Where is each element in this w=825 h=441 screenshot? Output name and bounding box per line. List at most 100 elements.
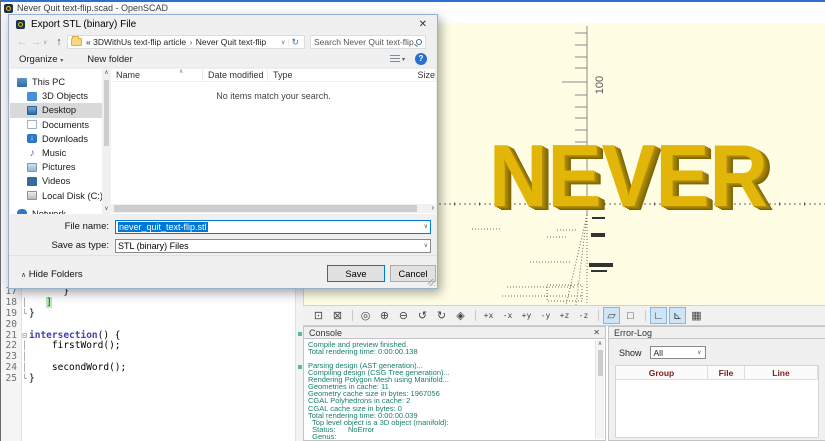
editor-scrollbar[interactable] (295, 287, 303, 441)
breadcrumb-current[interactable]: Never Quit text-flip (196, 37, 266, 47)
sidebar-item-label: Videos (42, 176, 71, 187)
error-column-header[interactable]: Group (616, 366, 708, 379)
sidebar-scrollbar[interactable]: ∧ ∨ (102, 69, 111, 214)
file-name-value[interactable]: never_quit_text-flip.stl (118, 221, 208, 232)
code-line[interactable]: 25 └ } (1, 373, 294, 385)
sidebar-item[interactable]: ♪ Music (10, 146, 102, 160)
zoom-out-button[interactable]: ⊖ (395, 307, 412, 324)
search-icon[interactable] (416, 39, 422, 45)
organize-menu[interactable]: Organize ▾ (19, 54, 63, 65)
show-axes-button[interactable]: ∟ (645, 307, 667, 324)
dialog-navbar: ← → ∨ ↑ « 3DWithUs text-flip article › N… (9, 33, 437, 51)
code-line[interactable]: 19 └ } (1, 308, 294, 320)
window-titlebar: Never Quit text-flip.scad - OpenSCAD (1, 2, 825, 14)
refresh-icon[interactable]: ↻ (289, 37, 301, 48)
combo-arrow-icon[interactable]: ∨ (424, 242, 428, 249)
address-dropdown-icon[interactable]: ∨ (278, 38, 290, 46)
fold-marker-icon[interactable]: │ (20, 298, 29, 309)
nav-history-dropdown-icon[interactable]: ∨ (43, 39, 51, 46)
fold-marker-icon[interactable]: │ (20, 363, 29, 374)
code-line[interactable]: 24 │ secondWord(); (1, 362, 294, 374)
file-name-combobox[interactable]: never_quit_text-flip.stl ∨ (115, 219, 431, 234)
search-box[interactable]: Search Never Quit text-flip (310, 35, 426, 49)
view-top-button[interactable]: +z (556, 307, 573, 324)
sidebar-item[interactable]: ↓ Downloads (10, 132, 102, 146)
view-front-button[interactable]: -y (537, 307, 554, 324)
column-header[interactable]: Size (412, 69, 436, 81)
view-bottom-button[interactable]: -z (575, 307, 592, 324)
view-right-button[interactable]: +x (475, 307, 497, 324)
sidebar-item-label: 3D Objects (42, 91, 88, 102)
render-button[interactable]: ⊠ (329, 307, 346, 324)
view-mode-button[interactable]: ▾ (389, 55, 405, 63)
editor-lines: 17 } 18 │ ] 19 └ } 20 21 ⊟ intersection(… (1, 286, 294, 385)
fold-marker-icon[interactable]: └ (20, 374, 29, 385)
sidebar-item[interactable]: Network (10, 207, 102, 214)
edges-icon: ▦ (691, 310, 702, 322)
help-icon: ? (418, 54, 424, 63)
sidebar-item[interactable]: Pictures (10, 160, 102, 174)
error-column-header[interactable]: Line (745, 366, 817, 379)
scroll-up-icon[interactable]: ∧ (102, 69, 111, 78)
scroll-down-icon[interactable]: ∨ (102, 205, 111, 214)
new-folder-button[interactable]: New folder (87, 54, 132, 65)
scrollbar-thumb[interactable] (114, 205, 417, 212)
save-type-combobox[interactable]: STL (binary) Files ∨ (115, 238, 431, 253)
scrollbar-thumb[interactable] (104, 80, 109, 146)
orthographic-button[interactable]: □ (622, 307, 639, 324)
zoom-in-button[interactable]: ⊕ (376, 307, 393, 324)
preview-button[interactable]: ⊡ (310, 307, 327, 324)
this-pc-icon (17, 77, 27, 87)
show-scale-markers-button[interactable]: ⊾ (669, 307, 686, 324)
scroll-right-icon[interactable]: › (431, 203, 434, 212)
scroll-up-icon[interactable]: ∧ (596, 340, 604, 348)
address-bar[interactable]: « 3DWithUs text-flip article › Never Qui… (67, 35, 305, 49)
list-horizontal-scrollbar[interactable]: › (111, 203, 436, 213)
column-header[interactable]: Name (111, 69, 203, 81)
code-line[interactable]: 18 │ ] (1, 296, 294, 309)
nav-up-icon[interactable]: ↑ (51, 36, 67, 48)
reset-view-button[interactable]: ↻ (433, 307, 450, 324)
resize-grip[interactable] (428, 279, 435, 286)
fold-marker-icon[interactable] (20, 320, 29, 331)
view-all-button[interactable]: ◈ (452, 307, 469, 324)
code-line[interactable]: 22 │ firstWord(); (1, 341, 294, 352)
combo-arrow-icon[interactable]: ∨ (424, 223, 428, 230)
fold-marker-icon[interactable]: ⊟ (20, 331, 29, 342)
console-output[interactable]: Compile and preview finished. Total rende… (303, 339, 606, 441)
hide-folders-button[interactable]: ∧ Hide Folders (21, 269, 83, 280)
fold-marker-icon[interactable]: └ (20, 309, 29, 320)
help-button[interactable]: ? (415, 53, 427, 65)
error-column-header[interactable] (817, 366, 818, 379)
save-button[interactable]: Save (327, 265, 385, 282)
reset-rotation-button[interactable]: ↺ (414, 307, 431, 324)
column-header[interactable]: Date modified (203, 69, 268, 81)
perspective-button[interactable]: ▱ (598, 307, 620, 324)
sidebar-item[interactable]: Local Disk (C:) (10, 189, 102, 203)
show-edges-button[interactable]: ▦ (688, 307, 705, 324)
sidebar-item[interactable]: Videos (10, 174, 102, 188)
error-column-header[interactable]: File (708, 366, 745, 379)
sidebar-item[interactable]: Documents (10, 118, 102, 132)
view-left-button[interactable]: -x (499, 307, 516, 324)
nav-back-icon[interactable]: ← (15, 36, 29, 48)
view-back-button[interactable]: +y (518, 307, 535, 324)
breadcrumb-parent[interactable]: 3DWithUs text-flip article (93, 37, 186, 47)
column-header[interactable]: Type (268, 69, 412, 81)
fold-marker-icon[interactable]: │ (20, 341, 29, 352)
console-scrollbar[interactable]: ∧ (595, 340, 604, 439)
error-log-panel: Error-Log Show All ∨ Group File Line (608, 326, 825, 441)
zoom-all-button[interactable]: ◎ (352, 307, 374, 324)
error-filter-dropdown[interactable]: All ∨ (649, 346, 706, 359)
render-icon: ⊠ (332, 310, 343, 322)
fold-marker-icon[interactable]: │ (20, 352, 29, 363)
annotation-mark (298, 365, 302, 369)
sidebar-item[interactable]: Desktop (10, 103, 102, 118)
console-close-icon[interactable]: ✕ (593, 328, 600, 337)
dialog-close-icon[interactable]: ✕ (416, 19, 430, 30)
scrollbar-thumb[interactable] (597, 350, 603, 376)
sidebar-item[interactable]: 3D Objects (10, 89, 102, 103)
nav-forward-icon[interactable]: → (29, 36, 43, 48)
sidebar-item[interactable]: This PC (10, 75, 102, 89)
sidebar-item-label: Music (42, 148, 67, 159)
